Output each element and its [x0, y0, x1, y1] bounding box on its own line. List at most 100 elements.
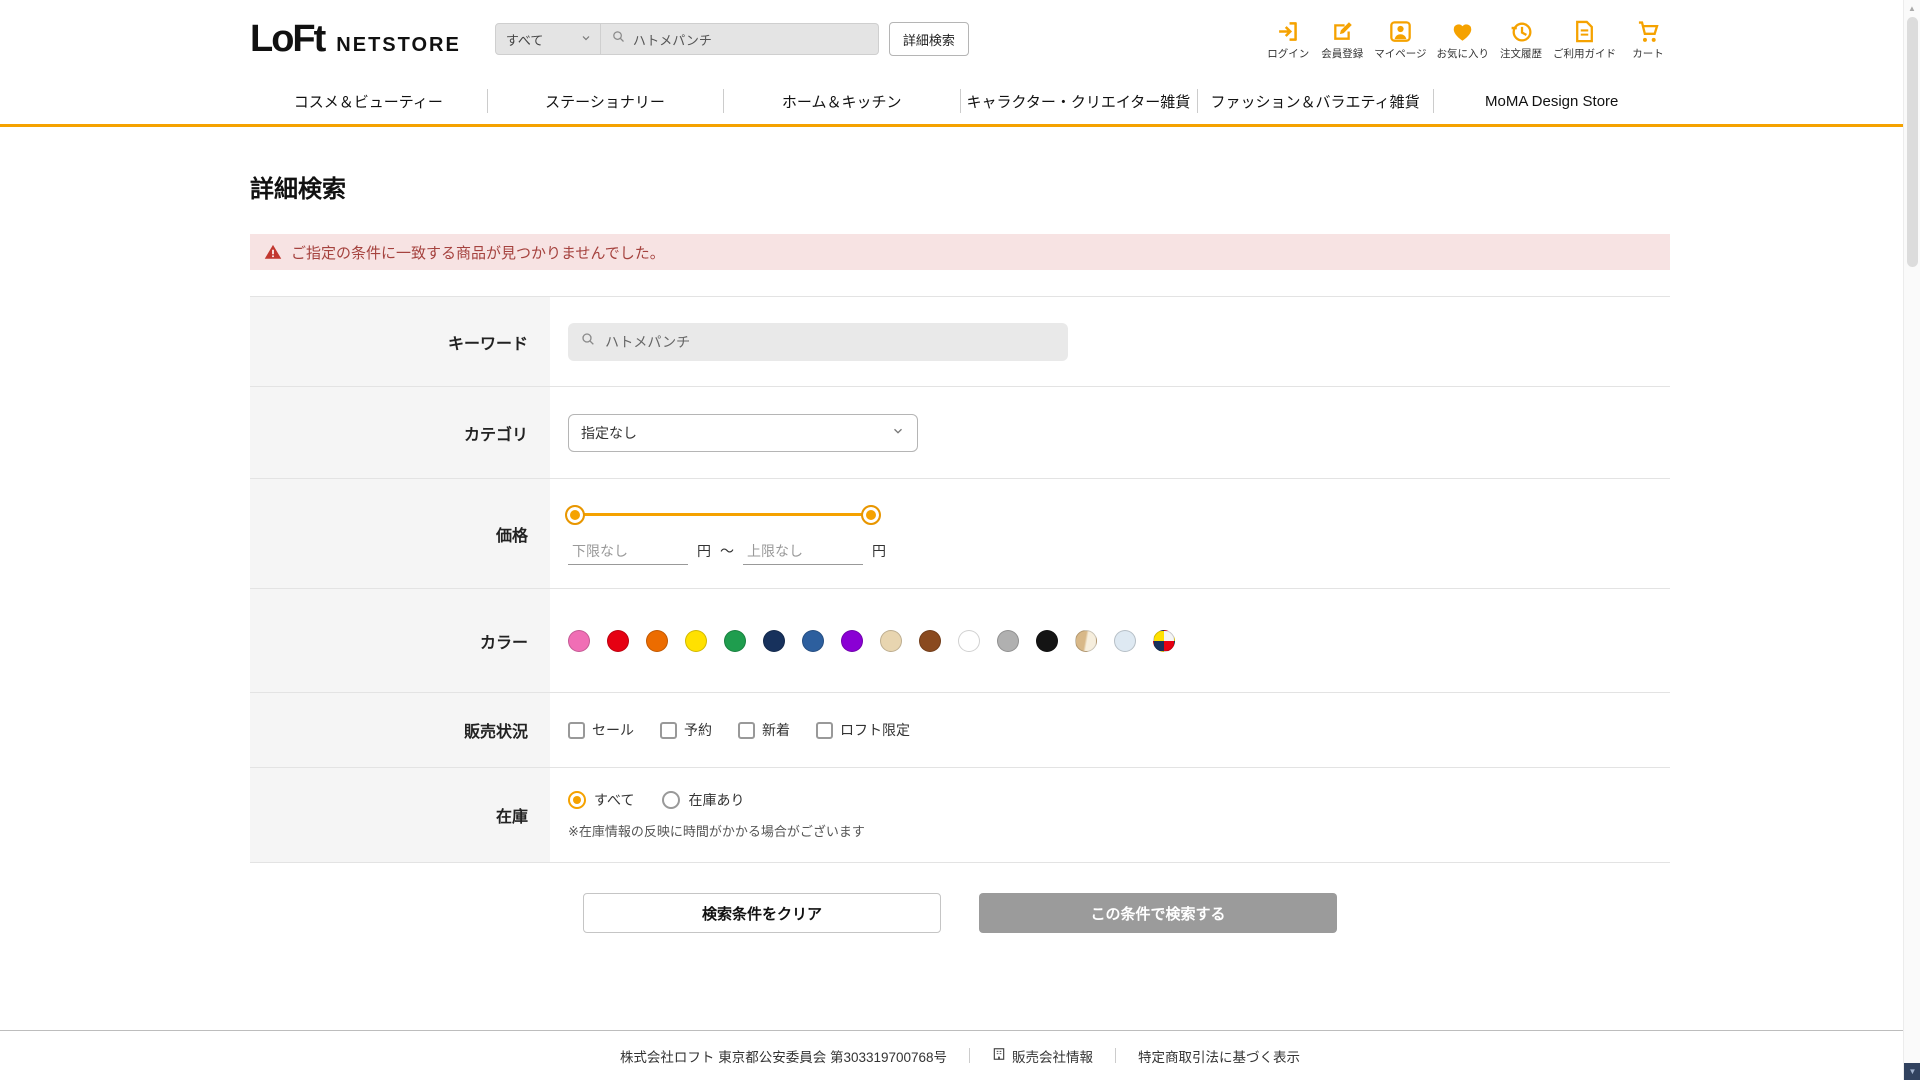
- cart-icon: [1636, 18, 1661, 45]
- checkbox-sale[interactable]: セール: [568, 720, 634, 740]
- price-max-input[interactable]: [743, 540, 863, 565]
- clear-search-button[interactable]: 検索条件をクリア: [583, 893, 941, 933]
- nav-item-home-kitchen[interactable]: ホーム＆キッチン: [723, 78, 960, 124]
- logo-netstore-text: NETSTORE: [336, 33, 461, 56]
- color-swatch-beige[interactable]: [880, 629, 902, 652]
- radio-dot: [662, 791, 681, 809]
- loft-logo[interactable]: LoFt NETSTORE: [250, 18, 461, 61]
- user-menu-label: 注文履歴: [1500, 47, 1542, 60]
- price-label: 価格: [250, 479, 550, 588]
- price-inputs: 円 ～ 円: [568, 540, 1670, 565]
- user-menu-label: ログイン: [1267, 47, 1310, 60]
- checkbox-reserve[interactable]: 予約: [660, 720, 712, 740]
- category-selected-value: 指定なし: [581, 424, 637, 441]
- price-max-unit: 円: [872, 542, 886, 559]
- radio-all[interactable]: すべて: [568, 790, 634, 810]
- nav-item-fashion-variety[interactable]: ファッション＆バラエティ雑貨: [1197, 78, 1434, 124]
- nav-item-cosme-beauty[interactable]: コスメ＆ビューティー: [250, 78, 487, 124]
- color-swatch-silver[interactable]: [1114, 629, 1136, 652]
- color-swatch-white[interactable]: [958, 629, 980, 652]
- user-menu-cart[interactable]: カート: [1626, 18, 1670, 61]
- radio-dot: [568, 791, 586, 809]
- user-menu-label: ご利用ガイド: [1553, 47, 1616, 60]
- category-select[interactable]: 指定なし: [568, 413, 918, 452]
- form-row-color: カラー: [250, 589, 1670, 693]
- stock-note: ※在庫情報の反映に時間がかかる場合がございます: [568, 824, 865, 839]
- scroll-down-arrow[interactable]: ▼: [1904, 1063, 1920, 1080]
- form-row-sale-status: 販売状況 セール 予約 新着 ロフト限定: [250, 693, 1670, 768]
- sale-status-label: 販売状況: [250, 693, 550, 767]
- scroll-up-arrow[interactable]: ▲: [1904, 0, 1920, 16]
- radio-label: すべて: [594, 792, 635, 808]
- color-swatch-blue[interactable]: [802, 629, 824, 652]
- alert-message: ご指定の条件に一致する商品が見つかりませんでした。: [291, 244, 665, 262]
- stock-options: すべて 在庫あり: [568, 790, 1670, 810]
- submit-search-button[interactable]: この条件で検索する: [979, 893, 1337, 933]
- nav-item-moma-design-store[interactable]: MoMA Design Store: [1433, 78, 1670, 124]
- user-menu-label: 会員登録: [1321, 47, 1364, 60]
- color-swatch-brown[interactable]: [919, 629, 941, 652]
- history-icon: [1509, 18, 1534, 45]
- checkbox-loft-limited[interactable]: ロフト限定: [816, 720, 910, 740]
- slider-handle-min[interactable]: [565, 504, 585, 525]
- checkbox-new[interactable]: 新着: [738, 720, 790, 740]
- detail-search-button[interactable]: 詳細検索: [888, 22, 969, 56]
- checkbox-box: [816, 721, 833, 739]
- nav-item-stationery[interactable]: ステーショナリー: [487, 78, 724, 124]
- slider-track: [574, 513, 872, 516]
- search-category-select[interactable]: すべて: [494, 23, 601, 55]
- price-min-input[interactable]: [568, 540, 688, 565]
- color-label: カラー: [250, 589, 550, 692]
- nav-item-character-creator[interactable]: キャラクター・クリエイター雑貨: [960, 78, 1197, 124]
- checkbox-label: 新着: [762, 722, 790, 738]
- search-category-value: すべて: [505, 32, 544, 48]
- color-swatch-red[interactable]: [607, 629, 629, 652]
- page-title: 詳細検索: [250, 176, 346, 203]
- scrollbar-thumb[interactable]: [1907, 17, 1918, 267]
- checkbox-label: ロフト限定: [840, 722, 910, 738]
- main-content: 詳細検索 ご指定の条件に一致する商品が見つかりませんでした。 キーワード ハトメ…: [250, 127, 1670, 933]
- warning-icon: [264, 243, 282, 261]
- radio-in-stock[interactable]: 在庫あり: [662, 790, 744, 810]
- header-search-input[interactable]: [632, 31, 868, 47]
- keyword-input[interactable]: [605, 333, 1056, 350]
- main-nav: コスメ＆ビューティー ステーショナリー ホーム＆キッチン キャラクター・クリエイター雑…: [0, 78, 1920, 127]
- color-swatch-black[interactable]: [1036, 629, 1058, 652]
- user-menu-label: カート: [1632, 47, 1664, 60]
- keyword-label: キーワード: [250, 297, 550, 386]
- header-search-box: [600, 23, 879, 55]
- color-swatch-gray[interactable]: [997, 629, 1019, 652]
- chevron-down-icon: [580, 32, 592, 47]
- color-swatch-multicolor[interactable]: [1153, 629, 1175, 652]
- logo-loft-text: LoFt: [250, 17, 326, 60]
- commercial-law-link[interactable]: 特定商取引法に基づく表示: [1138, 1046, 1300, 1066]
- color-swatch-yellow[interactable]: [685, 629, 707, 652]
- color-swatch-green[interactable]: [724, 629, 746, 652]
- user-menu-login[interactable]: ログイン: [1266, 18, 1310, 61]
- search-icon: [580, 331, 596, 352]
- price-range-slider[interactable]: [565, 504, 881, 525]
- user-menu-favorites[interactable]: お気に入り: [1437, 18, 1489, 61]
- form-row-keyword: キーワード: [250, 297, 1670, 387]
- guide-icon: [1572, 18, 1597, 45]
- company-info-link[interactable]: 販売会社情報: [992, 1046, 1093, 1066]
- color-swatch-gold[interactable]: [1075, 629, 1097, 652]
- price-min-unit: 円: [697, 542, 711, 559]
- user-menu-order-history[interactable]: 注文履歴: [1499, 18, 1543, 61]
- user-menu-guide[interactable]: ご利用ガイド: [1553, 18, 1616, 61]
- scrollbar[interactable]: ▲ ▼: [1903, 0, 1920, 1080]
- user-menu: ログイン 会員登録 マイページ お気に入り 注文履歴 ご利用ガイド カート: [1266, 18, 1670, 61]
- footer: 株式会社ロフト 東京都公安委員会 第303319700768号 販売会社情報 特…: [0, 1030, 1920, 1080]
- footer-separator: [1115, 1048, 1117, 1063]
- slider-handle-max[interactable]: [861, 504, 881, 525]
- user-menu-register[interactable]: 会員登録: [1320, 18, 1364, 61]
- header-search: すべて 詳細検索: [494, 22, 969, 56]
- color-swatch-navy[interactable]: [763, 629, 785, 652]
- user-menu-mypage[interactable]: マイページ: [1374, 18, 1427, 61]
- color-swatch-purple[interactable]: [841, 629, 863, 652]
- keyword-field: [568, 322, 1068, 361]
- form-actions: 検索条件をクリア この条件で検索する: [250, 893, 1670, 933]
- color-swatch-orange[interactable]: [646, 629, 668, 652]
- color-swatch-pink[interactable]: [568, 629, 590, 652]
- checkbox-box: [738, 721, 755, 739]
